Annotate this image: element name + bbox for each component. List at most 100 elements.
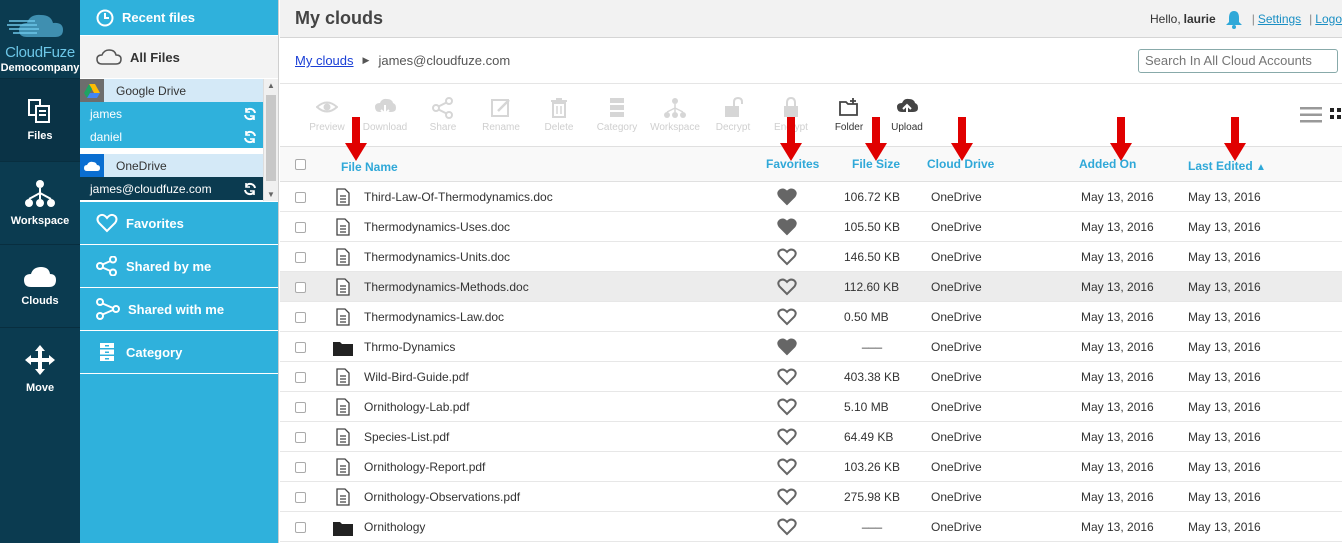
file-name[interactable]: Third-Law-Of-Thermodynamics.doc bbox=[364, 190, 553, 204]
favorite-toggle[interactable] bbox=[777, 308, 797, 329]
toolbar-rename-button[interactable]: Rename bbox=[472, 97, 530, 133]
favorite-toggle[interactable] bbox=[777, 368, 797, 389]
category-item[interactable]: Category bbox=[80, 331, 278, 374]
scroll-down-icon[interactable]: ▼ bbox=[264, 188, 278, 201]
file-name[interactable]: Ornithology-Lab.pdf bbox=[364, 400, 469, 414]
account-james-cloudfuze[interactable]: james@cloudfuze.com bbox=[80, 177, 263, 200]
row-checkbox[interactable] bbox=[295, 432, 306, 443]
search-input[interactable] bbox=[1145, 53, 1323, 68]
favorite-toggle[interactable] bbox=[777, 488, 797, 509]
favorite-toggle[interactable] bbox=[777, 338, 797, 359]
table-row[interactable]: Ornithology ___ OneDrive May 13, 2016 May 13… bbox=[280, 512, 1342, 542]
table-row[interactable]: Thermodynamics-Uses.doc 105.50 KB OneDrive… bbox=[280, 212, 1342, 242]
favorite-toggle[interactable] bbox=[777, 428, 797, 449]
row-checkbox[interactable] bbox=[295, 402, 306, 413]
annotation-arrow-icon bbox=[1110, 117, 1132, 161]
bell-icon[interactable] bbox=[1224, 9, 1244, 29]
file-name[interactable]: Ornithology bbox=[364, 520, 425, 534]
scroll-up-icon[interactable]: ▲ bbox=[264, 79, 278, 93]
row-checkbox[interactable] bbox=[295, 282, 306, 293]
annotation-arrow-icon bbox=[865, 117, 887, 161]
favorite-toggle[interactable] bbox=[777, 398, 797, 419]
col-last-edited[interactable]: Last Edited ▲ bbox=[1188, 159, 1266, 173]
eye-icon bbox=[316, 101, 338, 113]
breadcrumb-root-link[interactable]: My clouds bbox=[295, 53, 354, 68]
file-name[interactable]: Ornithology-Report.pdf bbox=[364, 460, 485, 474]
grid-view-icon[interactable] bbox=[1330, 107, 1342, 123]
favorite-toggle[interactable] bbox=[777, 188, 797, 209]
rail-item-move[interactable]: Move bbox=[0, 327, 80, 410]
refresh-icon[interactable] bbox=[243, 130, 257, 144]
col-file-name[interactable]: File Name bbox=[341, 160, 398, 174]
row-checkbox[interactable] bbox=[295, 492, 306, 503]
shared-with-me-item[interactable]: Shared with me bbox=[80, 288, 278, 331]
file-name[interactable]: Thrmo-Dynamics bbox=[364, 340, 455, 354]
heart-icon bbox=[96, 213, 118, 233]
row-checkbox[interactable] bbox=[295, 252, 306, 263]
toolbar-delete-button[interactable]: Delete bbox=[530, 97, 588, 133]
file-name[interactable]: Ornithology-Observations.pdf bbox=[364, 490, 520, 504]
favorite-toggle[interactable] bbox=[777, 248, 797, 269]
annotation-arrow-icon bbox=[1224, 117, 1246, 161]
row-checkbox[interactable] bbox=[295, 222, 306, 233]
favorite-toggle[interactable] bbox=[777, 218, 797, 239]
row-checkbox[interactable] bbox=[295, 312, 306, 323]
scroll-thumb[interactable] bbox=[266, 95, 276, 181]
rail-item-clouds[interactable]: Clouds bbox=[0, 244, 80, 327]
file-name[interactable]: Thermodynamics-Law.doc bbox=[364, 310, 504, 324]
favorites-item[interactable]: Favorites bbox=[80, 202, 278, 245]
table-row[interactable]: Thermodynamics-Methods.doc 112.60 KB OneDr… bbox=[280, 272, 1342, 302]
list-view-icon[interactable] bbox=[1300, 106, 1322, 124]
account-label: james@cloudfuze.com bbox=[90, 181, 212, 196]
rail-item-files[interactable]: Files bbox=[0, 78, 80, 161]
file-name[interactable]: Species-List.pdf bbox=[364, 430, 449, 444]
cloud-google-drive[interactable]: Google Drive bbox=[80, 79, 278, 102]
table-row[interactable]: Thermodynamics-Law.doc 0.50 MB OneDrive May… bbox=[280, 302, 1342, 332]
row-checkbox[interactable] bbox=[295, 342, 306, 353]
row-checkbox[interactable] bbox=[295, 462, 306, 473]
table-row[interactable]: Thermodynamics-Units.doc 146.50 KB OneDriv… bbox=[280, 242, 1342, 272]
refresh-icon[interactable] bbox=[243, 182, 257, 196]
table-row[interactable]: Ornithology-Observations.pdf 275.98 KB One… bbox=[280, 482, 1342, 512]
toolbar-workspace-button[interactable]: Workspace bbox=[646, 97, 704, 133]
select-all-checkbox[interactable] bbox=[295, 159, 306, 170]
table-row[interactable]: Ornithology-Report.pdf 103.26 KB OneDrive M… bbox=[280, 452, 1342, 482]
onedrive-icon bbox=[80, 154, 104, 177]
favorite-toggle[interactable] bbox=[777, 518, 797, 539]
last-edited: May 13, 2016 bbox=[1188, 400, 1261, 414]
brand-logo[interactable]: CloudFuze Democompany bbox=[0, 0, 80, 78]
row-checkbox[interactable] bbox=[295, 192, 306, 203]
file-name[interactable]: Thermodynamics-Units.doc bbox=[364, 250, 510, 264]
table-row[interactable]: Third-Law-Of-Thermodynamics.doc 106.72 KB… bbox=[280, 182, 1342, 212]
file-name[interactable]: Thermodynamics-Methods.doc bbox=[364, 280, 529, 294]
cloud-onedrive[interactable]: OneDrive bbox=[80, 154, 278, 177]
logout-link[interactable]: Logo bbox=[1315, 12, 1342, 26]
rail-item-workspace[interactable]: Workspace bbox=[0, 161, 80, 244]
table-row[interactable]: Wild-Bird-Guide.pdf 403.38 KB OneDrive May … bbox=[280, 362, 1342, 392]
toolbar-category-button[interactable]: Category bbox=[588, 97, 646, 133]
favorite-toggle[interactable] bbox=[777, 278, 797, 299]
table-row[interactable]: Species-List.pdf 64.49 KB OneDrive May 13, … bbox=[280, 422, 1342, 452]
file-name[interactable]: Thermodynamics-Uses.doc bbox=[364, 220, 510, 234]
favorite-toggle[interactable] bbox=[777, 458, 797, 479]
search-box[interactable] bbox=[1138, 48, 1338, 73]
account-daniel[interactable]: daniel bbox=[80, 125, 263, 148]
table-row[interactable]: Ornithology-Lab.pdf 5.10 MB OneDrive May 13… bbox=[280, 392, 1342, 422]
account-james[interactable]: james bbox=[80, 102, 263, 125]
document-icon bbox=[336, 248, 350, 266]
recent-files-item[interactable]: Recent files bbox=[80, 0, 278, 36]
refresh-icon[interactable] bbox=[243, 107, 257, 121]
settings-link[interactable]: Settings bbox=[1258, 12, 1301, 26]
table-row[interactable]: Thrmo-Dynamics ___ OneDrive May 13, 2016 May… bbox=[280, 332, 1342, 362]
tree-scrollbar[interactable]: ▲ ▼ bbox=[263, 79, 278, 201]
toolbar-share-button[interactable]: Share bbox=[414, 97, 472, 133]
file-name[interactable]: Wild-Bird-Guide.pdf bbox=[364, 370, 469, 384]
row-checkbox[interactable] bbox=[295, 522, 306, 533]
all-files-item[interactable]: All Files bbox=[80, 36, 278, 79]
row-checkbox[interactable] bbox=[295, 372, 306, 383]
shared-by-me-item[interactable]: Shared by me bbox=[80, 245, 278, 288]
heart-outline-icon bbox=[777, 428, 797, 446]
toolbar-decrypt-button[interactable]: Decrypt bbox=[704, 97, 762, 133]
last-edited: May 13, 2016 bbox=[1188, 490, 1261, 504]
file-size: 403.38 KB bbox=[844, 370, 901, 384]
